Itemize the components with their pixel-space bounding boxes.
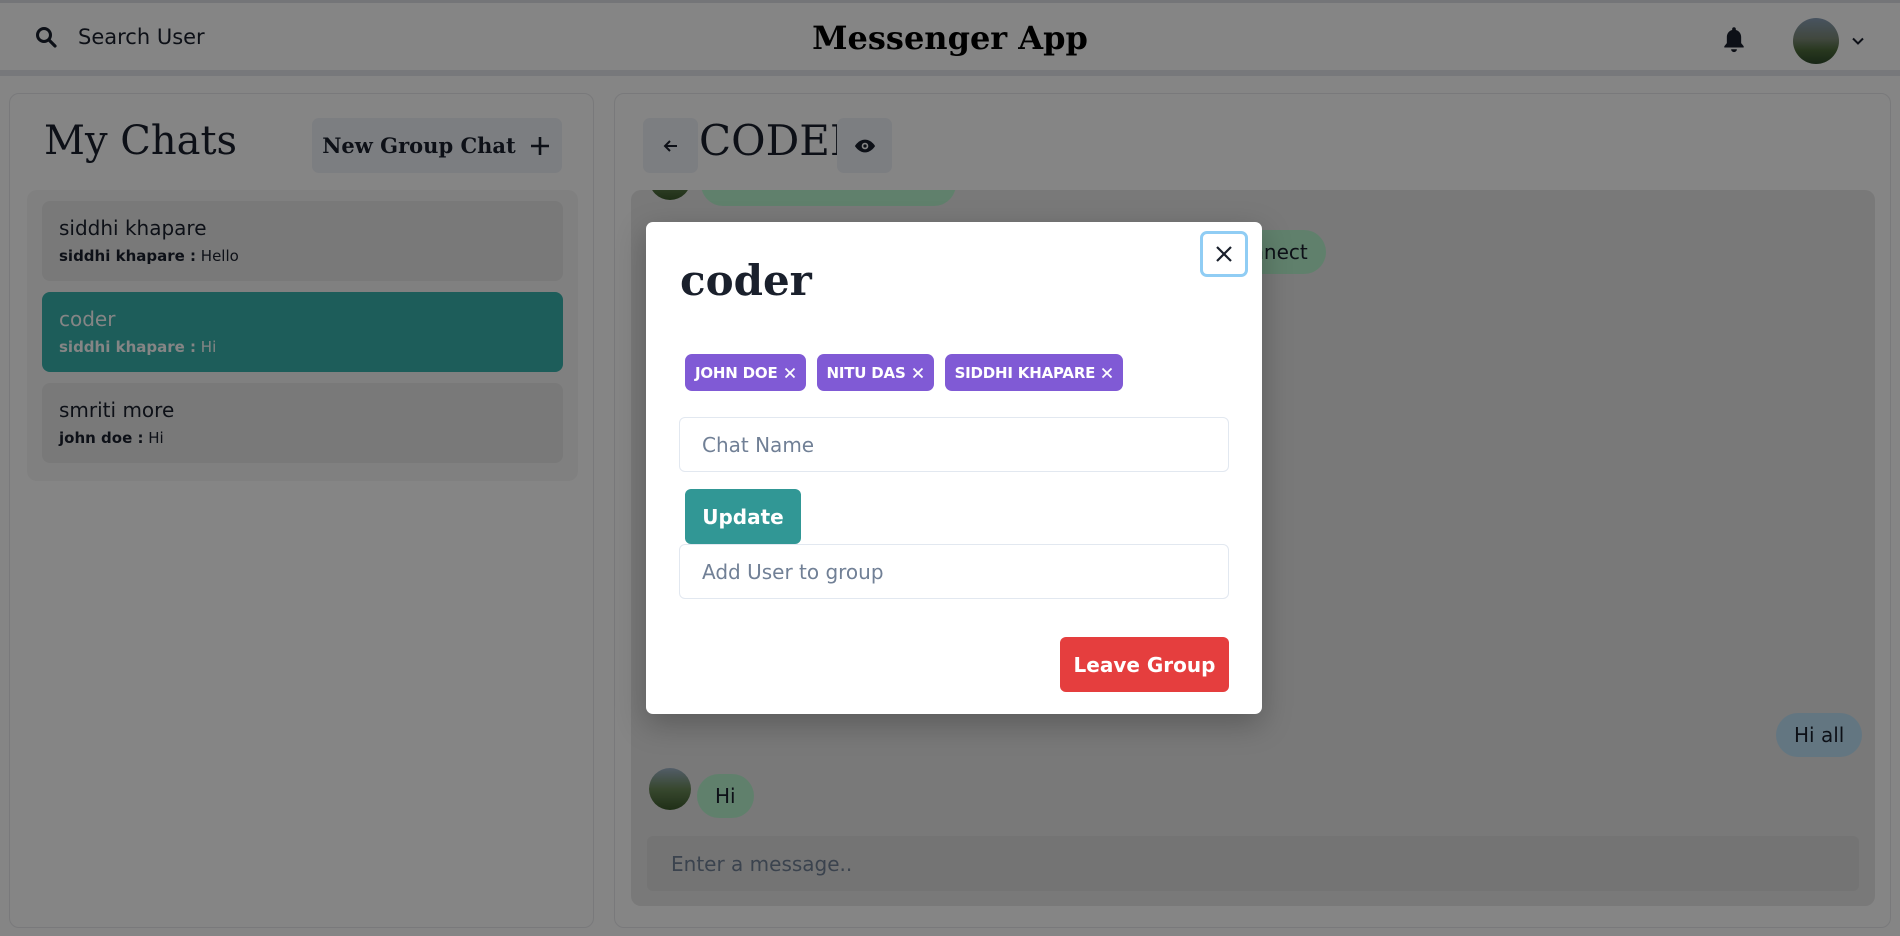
update-button[interactable]: Update [685, 489, 801, 544]
leave-group-button[interactable]: Leave Group [1060, 637, 1229, 692]
group-settings-modal: coder JOHN DOE NITU DAS SIDDHI KHAPARE U… [646, 222, 1262, 714]
member-tag[interactable]: JOHN DOE [685, 354, 806, 391]
member-name: NITU DAS [826, 363, 906, 382]
member-name: SIDDHI KHAPARE [954, 363, 1096, 382]
add-user-input[interactable] [679, 544, 1229, 599]
member-tag[interactable]: NITU DAS [816, 354, 934, 391]
modal-title: coder [680, 256, 812, 305]
remove-member-icon[interactable] [784, 367, 796, 379]
remove-member-icon[interactable] [1101, 367, 1113, 379]
chat-name-input[interactable] [679, 417, 1229, 472]
member-name: JOHN DOE [695, 363, 778, 382]
group-members: JOHN DOE NITU DAS SIDDHI KHAPARE [685, 354, 1124, 391]
member-tag[interactable]: SIDDHI KHAPARE [944, 354, 1124, 391]
close-icon [1216, 246, 1232, 262]
modal-close-button[interactable] [1200, 231, 1248, 277]
remove-member-icon[interactable] [912, 367, 924, 379]
